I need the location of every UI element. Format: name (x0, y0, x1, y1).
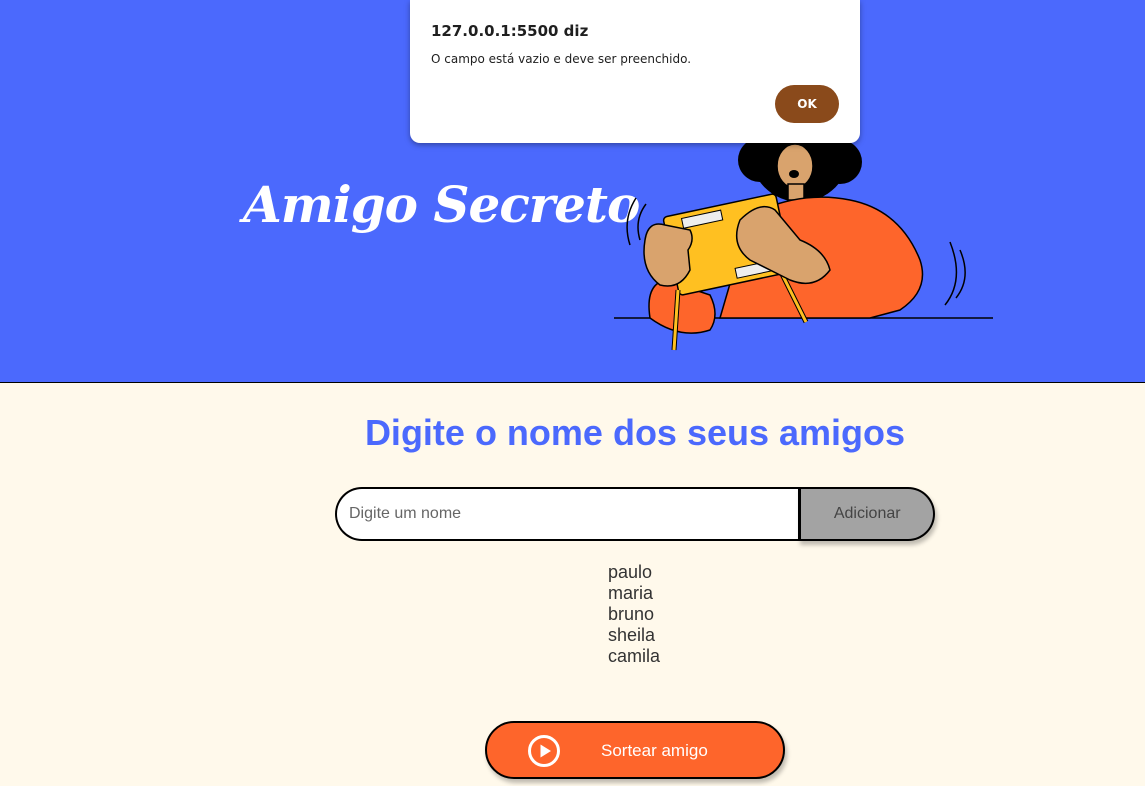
list-item: camila (608, 646, 661, 666)
section-heading: Digite o nome dos seus amigos (364, 412, 906, 453)
dialog-title: 127.0.0.1:5500 diz (431, 22, 589, 40)
list-item: paulo (608, 562, 653, 582)
draw-friend-button[interactable]: Sortear amigo (485, 721, 785, 779)
alert-dialog: 127.0.0.1:5500 diz O campo está vazio e … (410, 0, 860, 143)
dialog-message: O campo está vazio e deve ser preenchido… (431, 52, 692, 66)
list-item: sheila (608, 625, 656, 645)
list-item: bruno (608, 604, 655, 624)
add-button[interactable]: Adicionar (798, 487, 935, 541)
friends-list: paulo maria bruno sheila camila (608, 562, 660, 667)
play-circle-icon (528, 735, 560, 767)
dialog-ok-button[interactable]: OK (775, 85, 839, 123)
name-input[interactable] (335, 487, 799, 541)
name-input-group: Adicionar (335, 487, 935, 541)
page-title: Amigo Secreto (243, 175, 640, 234)
draw-button-label: Sortear amigo (601, 741, 708, 760)
list-item: maria (608, 583, 654, 603)
person-with-gift-illustration (614, 120, 993, 351)
